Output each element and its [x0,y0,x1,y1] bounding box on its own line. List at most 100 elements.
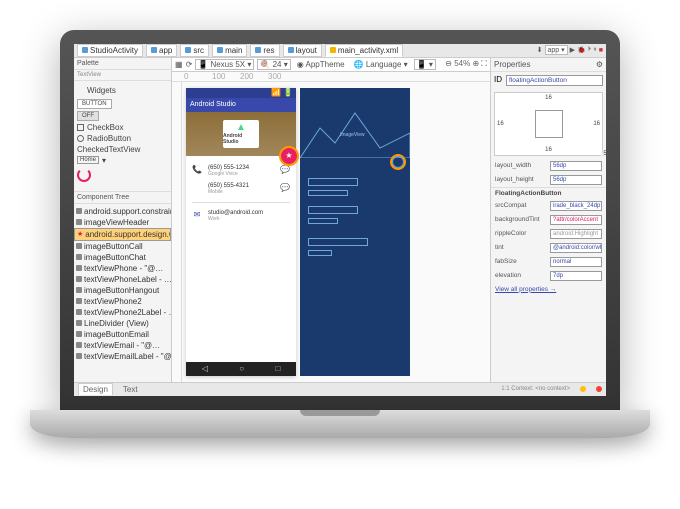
settings-icon[interactable]: ⚙ [596,60,603,69]
orientation-icon[interactable]: ⟳ [186,60,193,69]
prop-value-input[interactable]: irade_black_24dp [550,201,602,211]
file-tab[interactable]: main_activity.xml [325,44,403,57]
tab-design[interactable]: Design [78,383,113,395]
blueprint-preview[interactable]: ImageView [300,88,410,376]
tree-item[interactable]: textViewPhone - "@… [74,263,171,274]
hangout-icon: 💬 [280,183,290,193]
prop-label: backgroundTint [495,216,546,223]
blueprint-textview[interactable] [308,250,332,256]
tab-text[interactable]: Text [119,384,142,395]
component-icon [76,219,82,225]
prop-value-input[interactable]: @android:color/white [550,243,602,253]
breadcrumb-layout[interactable]: layout [283,44,322,57]
tree-item[interactable]: textViewPhone2Label - … [74,307,171,318]
project-icon [82,47,88,53]
view-all-properties-link[interactable]: View all properties → [491,283,606,296]
widget-button[interactable]: BUTTON [77,99,112,109]
prop-value-input[interactable]: 7dp [550,271,602,281]
tree-item-label: textViewPhoneLabel - … [84,275,171,284]
tree-item[interactable]: imageButtonCall [74,241,171,252]
preview-navbar: ◁○□ [186,362,296,376]
tree-item[interactable]: textViewPhoneLabel - … [74,274,171,285]
language-selector[interactable]: 🌐 Language ▾ [351,59,411,70]
build-icon[interactable]: ⬇ [537,46,543,54]
tree-item[interactable]: imageButtonEmail [74,329,171,340]
divider [192,202,290,203]
email-address: studio@android.com [208,210,263,216]
design-preview[interactable]: 📶🔋 Android Studio ▲Android Studio ★ 📞 (6… [186,88,296,376]
theme-selector[interactable]: ◉ AppTheme [294,59,348,70]
api-selector[interactable]: 🍭 24 ▾ [257,59,290,70]
blueprint-textview[interactable] [308,238,368,246]
profile-button[interactable]: ⏵ [588,46,592,54]
constraint-bottom[interactable]: 16 [545,147,552,153]
widget-radiobutton[interactable]: RadioButton [77,133,168,144]
widget-checkedtextview[interactable]: CheckedTextView [77,144,168,155]
component-icon [76,243,82,249]
blueprint-textview[interactable] [308,218,338,224]
breadcrumb-label: app [159,46,172,55]
component-icon [76,353,82,359]
prop-value-input[interactable]: android:Highlight [550,229,602,239]
status-error-icon[interactable] [596,386,602,392]
constraint-bias[interactable]: 50 [601,151,606,157]
folder-icon [185,47,191,53]
status-warning-icon[interactable] [580,386,586,392]
preview-contact-list: 📞 (650) 555-1234Google Voice 💬 (650) 555… [186,156,296,362]
breadcrumb-src[interactable]: src [180,44,209,57]
attach-button[interactable]: ⏸ [593,46,597,54]
properties-header: Properties [494,60,530,69]
view-mode-icon[interactable]: ▦ [175,60,183,69]
blueprint-fab[interactable] [392,156,404,168]
run-config-selector[interactable]: app ▾ [545,45,568,55]
constraint-widget[interactable]: 16 16 16 16 50 [494,92,603,156]
breadcrumb-app[interactable]: app [146,44,177,57]
blueprint-textview[interactable] [308,206,358,214]
tree-item[interactable]: textViewEmailLabel - "@… [74,351,171,362]
prop-value-input[interactable]: normal [550,257,602,267]
breadcrumb-main[interactable]: main [212,44,247,57]
stop-button[interactable]: ■ [599,47,603,54]
blueprint-textview[interactable] [308,178,358,186]
id-input[interactable] [506,75,603,86]
tree-item-label: textViewPhone2 [84,297,142,306]
tree-item-label: imageButtonHangout [84,286,159,295]
tree-item[interactable]: ★android.support.design.wi… [74,228,171,241]
variant-selector[interactable]: 📱 ▾ [414,59,436,70]
zoom-value[interactable]: 54% [454,59,470,68]
status-line: 1:1 Context: <no context> [501,386,570,392]
tree-item[interactable]: imageViewHeader [74,217,171,228]
tree-item[interactable]: imageButtonChat [74,252,171,263]
device-selector[interactable]: 📱 Nexus 5X ▾ [195,59,254,70]
design-surface: ▦ ⟳ 📱 Nexus 5X ▾ 🍭 24 ▾ ◉ AppTheme 🌐 Lan… [172,58,490,382]
tree-item[interactable]: android.support.constraint.Con… [74,206,171,217]
tree-item[interactable]: textViewEmail - "@… [74,340,171,351]
constraint-left[interactable]: 16 [497,121,504,127]
breadcrumb-project[interactable]: StudioActivity [77,44,143,57]
xml-icon [330,47,336,53]
widget-togglebutton[interactable]: OFF [77,111,99,121]
constraint-right[interactable]: 16 [593,121,600,127]
tree-item[interactable]: imageButtonHangout [74,285,171,296]
widget-checkbox[interactable]: CheckBox [77,122,168,133]
layout-width-input[interactable]: 56dp [550,161,602,171]
constraint-top[interactable]: 16 [545,95,552,101]
prop-value-input[interactable]: ?attr/colorAccent [550,215,602,225]
component-icon [76,331,82,337]
tree-item[interactable]: LineDivider (View) [74,318,171,329]
phone-label: Google Voice [208,171,249,177]
tree-item[interactable]: textViewPhone2 [74,296,171,307]
prop-section-header: FloatingActionButton [491,187,606,199]
preview-fab[interactable]: ★ [281,148,297,164]
folder-icon [217,47,223,53]
layout-height-input[interactable]: 56dp [550,175,602,185]
run-button[interactable]: ▶ [570,46,575,54]
lang-label: Language [366,60,402,69]
blueprint-imageview: ImageView [300,108,410,158]
debug-button[interactable]: 🐞 [577,46,586,54]
progressbar-icon[interactable] [77,168,91,182]
breadcrumb-res[interactable]: res [250,44,279,57]
widget-spinner[interactable]: Home ▾ [77,155,168,166]
home-icon: ○ [239,364,244,373]
blueprint-textview[interactable] [308,190,348,196]
